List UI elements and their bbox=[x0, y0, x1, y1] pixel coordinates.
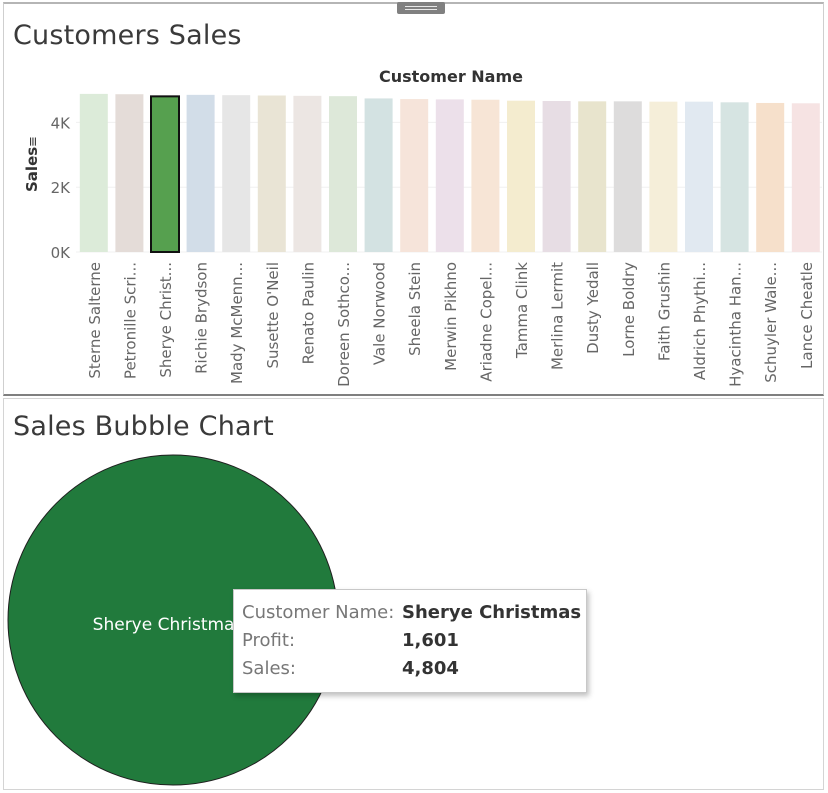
bar[interactable] bbox=[471, 99, 500, 252]
x-tick-label: Merlina Lermit bbox=[549, 262, 567, 370]
bar[interactable] bbox=[685, 101, 713, 252]
bar[interactable] bbox=[329, 96, 357, 252]
bar[interactable] bbox=[222, 95, 251, 253]
x-tick-label: Aldrich Phythi... bbox=[691, 262, 709, 380]
bar[interactable] bbox=[791, 103, 820, 252]
x-tick-label: Petronille Scri... bbox=[121, 262, 139, 379]
x-tick-label: Lance Cheatle bbox=[798, 262, 816, 369]
tooltip-key: Customer Name: bbox=[242, 602, 395, 623]
bar[interactable] bbox=[186, 94, 215, 252]
y-tick-label: 4K bbox=[51, 114, 72, 132]
sort-icon[interactable]: ≡ bbox=[26, 136, 41, 147]
bar[interactable] bbox=[364, 98, 393, 252]
x-tick-label: Tamma Clink bbox=[513, 262, 531, 359]
bar[interactable] bbox=[115, 94, 144, 252]
bar[interactable] bbox=[79, 93, 108, 252]
x-tick-label: Hyacintha Han... bbox=[727, 262, 745, 387]
tooltip-value: 4,804 bbox=[402, 658, 459, 679]
x-tick-label: Schuyler Wale... bbox=[762, 262, 780, 383]
tooltip-value: Sherye Christmas bbox=[402, 602, 582, 623]
bar[interactable] bbox=[150, 95, 180, 253]
bar[interactable] bbox=[293, 95, 322, 252]
x-tick-label: Lorne Boldry bbox=[620, 262, 638, 357]
x-tick-label: Renato Paulin bbox=[299, 262, 317, 364]
x-tick-label: Susette O'Neil bbox=[264, 262, 282, 369]
x-tick-label: Vale Norwood bbox=[371, 262, 389, 365]
bar[interactable] bbox=[507, 100, 535, 252]
bar[interactable] bbox=[257, 95, 286, 253]
bar[interactable] bbox=[400, 99, 429, 253]
x-tick-label: Sherye Christ... bbox=[157, 262, 175, 378]
x-tick-label: Mady McMenn... bbox=[228, 262, 246, 384]
x-tick-label: Sheela Stein bbox=[406, 262, 424, 356]
bar[interactable] bbox=[435, 99, 464, 253]
bar[interactable] bbox=[756, 102, 785, 253]
x-tick-label: Merwin Pikhno bbox=[442, 262, 460, 371]
bar[interactable] bbox=[720, 102, 749, 252]
x-tick-label: Doreen Sothco... bbox=[335, 262, 353, 387]
tooltip-key: Profit: bbox=[242, 630, 296, 651]
sheet-title-sales-bubble: Sales Bubble Chart bbox=[13, 411, 274, 442]
y-tick-label: 0K bbox=[51, 244, 72, 262]
bar[interactable] bbox=[613, 101, 642, 252]
customers-sales-bar-chart: Customer Name Sales ≡ 0K 2K 4K Sterne Salt… bbox=[23, 67, 822, 387]
x-tick-label: Richie Brydson bbox=[193, 262, 211, 374]
y-axis-title: Sales bbox=[23, 147, 41, 192]
tooltip-key: Sales: bbox=[242, 658, 296, 679]
x-tick-label: Ariadne Copel... bbox=[477, 262, 495, 382]
bar[interactable] bbox=[542, 101, 571, 253]
tooltip: Customer Name: Sherye Christmas Profit: … bbox=[233, 589, 587, 693]
bar[interactable] bbox=[649, 101, 678, 252]
x-tick-label: Sterne Salterne bbox=[86, 262, 104, 379]
x-tick-label: Dusty Yedall bbox=[584, 262, 602, 354]
y-tick-label: 2K bbox=[51, 179, 72, 197]
bar[interactable] bbox=[578, 101, 607, 252]
x-tick-label: Faith Grushin bbox=[655, 262, 673, 361]
x-axis-title: Customer Name bbox=[379, 67, 523, 86]
tooltip-value: 1,601 bbox=[402, 630, 459, 651]
